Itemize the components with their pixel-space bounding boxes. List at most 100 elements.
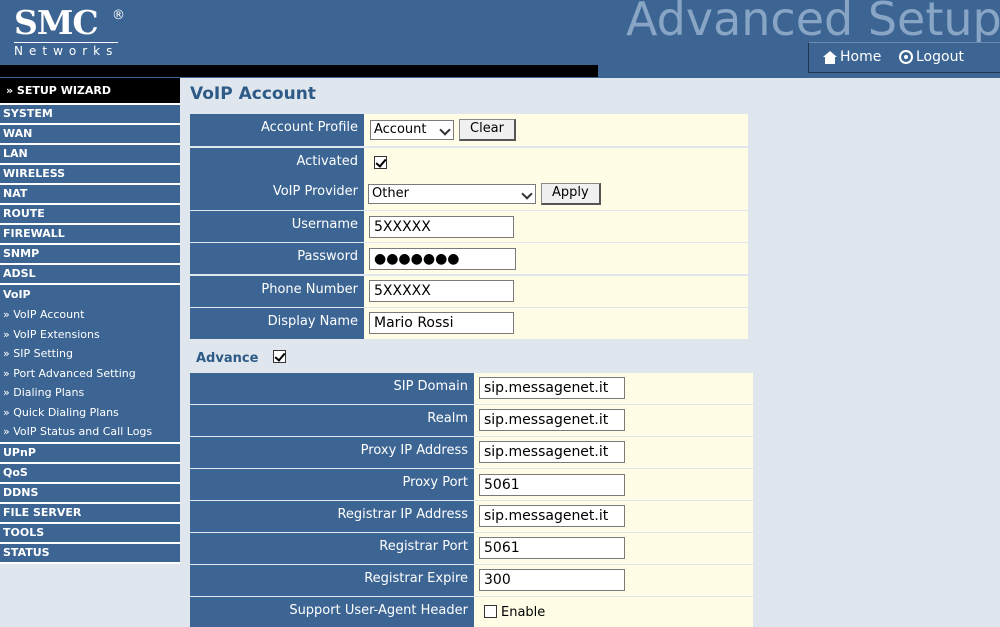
logout-link[interactable]: Logout [899,49,964,65]
realm-cell [474,405,753,436]
sidebar-item-wireless[interactable]: WIRELESS [0,165,180,185]
row-realm: Realm [190,405,753,436]
sidebar-sub-port-advanced-setting[interactable]: » Port Advanced Setting [0,363,180,383]
row-account-profile: Account Profile Account Clear [190,114,748,146]
sidebar-sub-sip-setting[interactable]: » SIP Setting [0,344,180,364]
sip-domain-input[interactable] [479,377,625,399]
row-registrar-expire: Registrar Expire [190,565,753,596]
logo-registered-mark: ® [112,8,125,23]
row-password: Password [190,243,748,274]
chevron-down-icon [521,188,533,200]
row-voip-provider: VoIP Provider Other Apply [190,178,748,210]
sidebar-item-qos[interactable]: QoS [0,463,180,484]
sidebar-item-tools[interactable]: TOOLS [0,523,180,544]
display-name-cell [364,308,748,339]
header: SMC ® Networks Advanced Setup Home Logou… [0,0,1000,78]
user-agent-enable-label: Enable [501,605,546,620]
registrar-expire-input[interactable] [479,569,625,591]
registrar-port-input[interactable] [479,537,625,559]
voip-provider-label: VoIP Provider [190,178,364,210]
voip-provider-select[interactable]: Other [368,184,536,204]
proxy-ip-input[interactable] [479,441,625,463]
sidebar-item-firewall[interactable]: FIREWALL [0,225,180,245]
sidebar-item-snmp[interactable]: SNMP [0,245,180,265]
row-proxy-port: Proxy Port [190,469,753,500]
chevron-down-icon [439,124,451,136]
sidebar-setup-wizard[interactable]: » SETUP WIZARD [0,78,180,105]
username-label: Username [190,211,364,242]
sidebar-sub-voip-status-call-logs[interactable]: » VoIP Status and Call Logs [0,422,180,442]
registrar-port-label: Registrar Port [190,533,474,564]
row-activated: Activated [190,148,748,178]
row-registrar-ip: Registrar IP Address [190,501,753,532]
logo-text: SMC [14,3,99,42]
sidebar-item-route[interactable]: ROUTE [0,205,180,225]
home-icon [823,50,837,64]
smc-logo: SMC ® Networks [14,3,125,58]
username-input[interactable] [369,216,514,238]
voip-provider-select-value: Other [372,186,409,201]
sidebar-item-file-server[interactable]: FILE SERVER [0,503,180,524]
phone-number-label: Phone Number [190,276,364,307]
voip-provider-cell: Other Apply [364,178,748,210]
row-display-name: Display Name [190,308,748,339]
password-cell [364,243,748,274]
proxy-port-label: Proxy Port [190,469,474,500]
registrar-ip-label: Registrar IP Address [190,501,474,532]
header-divider [0,65,598,77]
password-input[interactable] [369,248,516,270]
home-label: Home [840,49,882,65]
proxy-ip-label: Proxy IP Address [190,437,474,468]
sidebar-item-adsl[interactable]: ADSL [0,265,180,285]
sidebar-item-wan[interactable]: WAN [0,125,180,145]
sidebar-item-voip[interactable]: VoIP [0,285,180,305]
sidebar-sub-voip-extensions[interactable]: » VoIP Extensions [0,324,180,344]
row-username: Username [190,211,748,242]
account-profile-select-value: Account [374,122,427,137]
registrar-expire-cell [474,565,753,596]
sidebar-item-system[interactable]: SYSTEM [0,105,180,125]
logout-label: Logout [916,49,964,65]
sidebar-item-upnp[interactable]: UPnP [0,443,180,464]
page-banner-title: Advanced Setup [626,0,1000,46]
realm-label: Realm [190,405,474,436]
password-label: Password [190,243,364,274]
activated-cell [364,148,748,178]
account-profile-label: Account Profile [190,114,364,146]
phone-number-cell [364,276,748,307]
row-phone-number: Phone Number [190,276,748,307]
home-link[interactable]: Home [823,49,881,65]
sidebar-sub-voip-account[interactable]: » VoIP Account [0,305,180,325]
advance-label: Advance [196,351,259,366]
sidebar: » SETUP WIZARD SYSTEM WAN LAN WIRELESS N… [0,78,180,623]
page-title: VoIP Account [190,84,316,104]
sip-domain-label: SIP Domain [190,373,474,404]
registrar-port-cell [474,533,753,564]
clear-button[interactable]: Clear [459,119,516,141]
sidebar-item-ddns[interactable]: DDNS [0,483,180,504]
sidebar-sub-quick-dialing-plans[interactable]: » Quick Dialing Plans [0,402,180,422]
registrar-ip-input[interactable] [479,505,625,527]
account-profile-cell: Account Clear [364,114,748,146]
realm-input[interactable] [479,409,625,431]
user-agent-enable-checkbox[interactable] [484,605,497,618]
activated-checkbox[interactable] [374,156,387,169]
sidebar-voip-submenu: » VoIP Account » VoIP Extensions » SIP S… [0,305,180,444]
registrar-ip-cell [474,501,753,532]
row-proxy-ip: Proxy IP Address [190,437,753,468]
sidebar-item-lan[interactable]: LAN [0,145,180,165]
sip-domain-cell [474,373,753,404]
sidebar-sub-dialing-plans[interactable]: » Dialing Plans [0,383,180,403]
sidebar-item-nat[interactable]: NAT [0,185,180,205]
top-links: Home Logout [808,42,1000,73]
sidebar-item-status[interactable]: STATUS [0,543,180,564]
activated-label: Activated [190,148,364,178]
phone-number-input[interactable] [369,280,514,302]
account-profile-select[interactable]: Account [370,120,454,140]
row-registrar-port: Registrar Port [190,533,753,564]
advance-checkbox[interactable] [273,350,286,363]
display-name-input[interactable] [369,312,514,334]
apply-button[interactable]: Apply [541,183,601,205]
logo-subtitle: Networks [14,42,119,58]
proxy-port-input[interactable] [479,474,625,496]
